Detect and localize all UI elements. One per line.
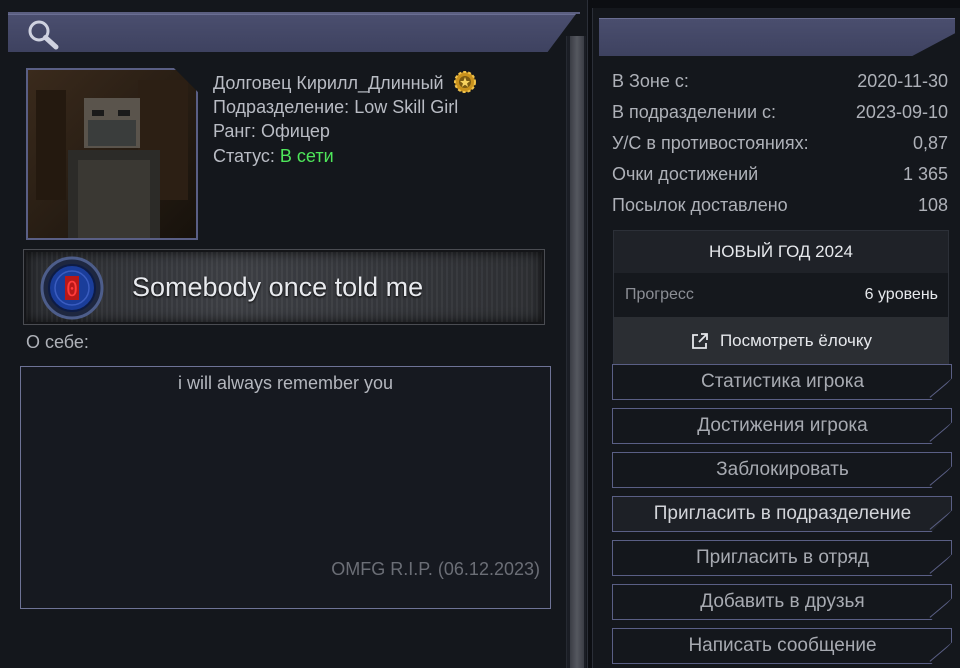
- stat-value: 2020-11-30: [857, 71, 948, 91]
- invite-to-unit-button[interactable]: Пригласить в подразделение: [612, 496, 952, 532]
- add-friend-button[interactable]: Добавить в друзья: [612, 584, 952, 620]
- corner-line: [929, 423, 952, 442]
- stat-value: 2023-09-10: [855, 102, 948, 122]
- corner-line: [929, 511, 952, 530]
- player-stats-button[interactable]: Статистика игрока: [612, 364, 952, 400]
- about-text: i will always remember you: [177, 373, 394, 393]
- event-card: НОВЫЙ ГОД 2024 Прогресс 6 уровень Посмот…: [613, 230, 949, 365]
- unit-label: Подразделение:: [213, 96, 350, 117]
- view-tree-button[interactable]: Посмотреть ёлочку: [614, 317, 948, 365]
- button-label: Достижения игрока: [697, 415, 868, 436]
- event-title: НОВЫЙ ГОД 2024: [614, 231, 948, 273]
- emblem-digit: 0: [66, 277, 78, 301]
- block-button[interactable]: Заблокировать: [612, 452, 952, 488]
- stat-label: Очки достижений: [612, 164, 759, 184]
- status-label: Статус:: [213, 145, 275, 166]
- stat-row-achievement-points: Очки достижений 1 365: [612, 164, 948, 188]
- progress-value: 6 уровень: [864, 286, 938, 303]
- corner-line: [929, 379, 952, 398]
- scrollbar-thumb[interactable]: [570, 36, 584, 668]
- button-label: Заблокировать: [716, 459, 849, 480]
- button-label: Статистика игрока: [700, 371, 865, 392]
- corner-line: [929, 555, 952, 574]
- player-name: Долговец Кирилл_Длинный: [213, 73, 444, 93]
- profile-banner: 0 Somebody once told me: [24, 250, 544, 324]
- banner-text: Somebody once told me: [132, 272, 424, 302]
- stat-row-zone-since: В Зоне с: 2020-11-30: [612, 71, 948, 95]
- unit-value[interactable]: Low Skill Girl: [354, 97, 458, 117]
- stat-label: Посылок доставлено: [612, 195, 788, 215]
- progress-label: Прогресс: [625, 286, 694, 303]
- about-box: i will always remember you OMFG R.I.P. (…: [20, 366, 551, 609]
- corner-line: [929, 643, 952, 662]
- stat-label: В подразделении с:: [612, 102, 777, 122]
- stat-row-kd: У/С в противостояниях: 0,87: [612, 133, 948, 157]
- stat-label: В Зоне с:: [612, 71, 689, 91]
- corner-line: [929, 467, 952, 486]
- rank-label: Ранг:: [213, 121, 256, 141]
- about-signature: OMFG R.I.P. (06.12.2023): [331, 559, 540, 579]
- profile-panel: Долговец Кирилл_Длинный Подразделение: L…: [0, 0, 588, 668]
- profile-info: Долговец Кирилл_Длинный Подразделение: L…: [213, 70, 477, 168]
- event-progress: Прогресс 6 уровень: [614, 273, 948, 317]
- stat-value: 108: [917, 195, 948, 215]
- banner-emblem-icon: 0: [40, 256, 104, 320]
- about-label: О себе:: [26, 332, 89, 352]
- profile-header-bar: [8, 14, 576, 52]
- stat-label: У/С в противостояниях:: [612, 133, 809, 153]
- corner-line: [929, 599, 952, 618]
- button-label: Добавить в друзья: [700, 591, 865, 612]
- rank-gear-icon: [453, 71, 476, 93]
- status-value: В сети: [279, 145, 334, 166]
- stats-panel: В Зоне с: 2020-11-30 В подразделении с: …: [592, 8, 960, 668]
- stat-row-unit-since: В подразделении с: 2023-09-10: [612, 102, 948, 126]
- stats-header-bar: [599, 18, 955, 56]
- rank-value: Офицер: [260, 121, 330, 141]
- button-label: Написать сообщение: [688, 635, 877, 656]
- stat-value: 1 365: [902, 164, 948, 184]
- avatar-image: [28, 70, 196, 238]
- button-label: Пригласить в отряд: [696, 547, 869, 568]
- player-achievements-button[interactable]: Достижения игрока: [612, 408, 952, 444]
- search-icon[interactable]: [26, 18, 60, 50]
- header-line: [8, 12, 580, 14]
- button-label: Пригласить в подразделение: [653, 503, 912, 524]
- stat-row-parcels: Посылок доставлено 108: [612, 195, 948, 219]
- avatar: [26, 68, 198, 240]
- invite-to-squad-button[interactable]: Пригласить в отряд: [612, 540, 952, 576]
- external-link-icon: [692, 333, 708, 349]
- send-message-button[interactable]: Написать сообщение: [612, 628, 952, 664]
- view-tree-label: Посмотреть ёлочку: [719, 331, 873, 350]
- stat-value: 0,87: [912, 133, 948, 153]
